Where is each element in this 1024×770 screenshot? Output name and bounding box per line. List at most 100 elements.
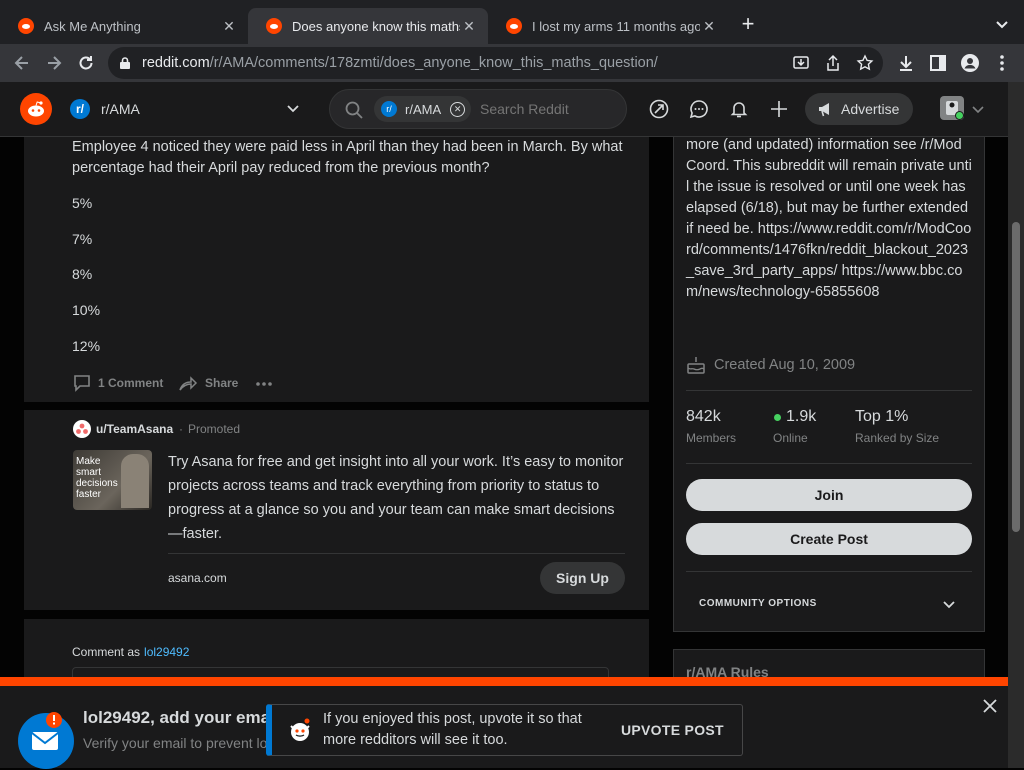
search-scope-chip[interactable]: r/ r/AMA ✕: [374, 96, 471, 122]
community-dropdown-chevron-icon[interactable]: [284, 99, 302, 117]
scrollbar-thumb[interactable]: [1012, 222, 1020, 532]
about-description: more (and updated) information see /r/Mo…: [686, 137, 972, 300]
comments-label: 1 Comment: [98, 376, 164, 390]
comment-textarea[interactable]: [72, 667, 609, 677]
post-card: Employee 4 noticed they were paid less i…: [24, 137, 649, 402]
forward-arrow-icon[interactable]: [44, 53, 64, 73]
side-panel-icon[interactable]: [928, 53, 948, 73]
profile-icon[interactable]: [960, 53, 980, 73]
content-area: Employee 4 noticed they were paid less i…: [0, 137, 1024, 677]
ad-thumbnail[interactable]: Make smart decisions faster: [73, 450, 152, 510]
create-post-plus-icon[interactable]: [769, 99, 789, 119]
sign-up-button[interactable]: Sign Up: [540, 562, 625, 594]
subreddit-icon: r/: [381, 101, 397, 117]
community-options-chevron-icon[interactable]: [940, 595, 958, 613]
about-community-card: more (and updated) information see /r/Mo…: [673, 137, 985, 632]
reddit-favicon-icon: [18, 18, 34, 34]
ad-domain-link[interactable]: asana.com: [168, 571, 227, 585]
close-tab-icon[interactable]: ✕: [460, 18, 478, 35]
megaphone-icon: [817, 100, 835, 118]
browser-tab-active[interactable]: Does anyone know this maths ✕: [248, 8, 488, 44]
search-chip-label: r/AMA: [405, 101, 442, 117]
rank-label: Ranked by Size: [855, 431, 940, 445]
browser-tab-strip: Ask Me Anything ✕ Does anyone know this …: [0, 0, 1024, 44]
rank-value: Top 1%: [855, 408, 909, 425]
online-status-dot: [955, 111, 964, 120]
ad-thumbnail-person: [121, 454, 149, 508]
search-input[interactable]: [480, 98, 620, 120]
answer-option: 7%: [72, 231, 93, 247]
advertise-button[interactable]: Advertise: [805, 93, 913, 125]
subreddit-icon: r/: [70, 99, 90, 119]
share-button[interactable]: Share: [178, 373, 238, 393]
notification-bell-icon[interactable]: [729, 99, 749, 119]
comment-composer: Comment as lol29492: [24, 619, 649, 677]
online-label: Online: [773, 431, 808, 445]
create-post-button[interactable]: Create Post: [686, 523, 972, 555]
online-count: 1.9k: [786, 408, 817, 425]
members-count: 842k: [686, 408, 721, 425]
lock-icon[interactable]: [108, 56, 142, 70]
toast-message: If you enjoyed this post, upvote it so t…: [323, 711, 582, 748]
comment-icon: [72, 373, 92, 393]
chat-icon[interactable]: [689, 99, 709, 119]
comment-as-prefix: Comment as: [72, 645, 141, 659]
answer-option: 10%: [72, 302, 101, 318]
rules-card: r/AMA Rules: [673, 649, 985, 677]
join-button[interactable]: Join: [686, 479, 972, 511]
upvote-post-button[interactable]: UPVOTE POST: [621, 722, 724, 738]
address-bar[interactable]: reddit.com/r/AMA/comments/178zmti/does_a…: [108, 47, 883, 79]
bookmark-star-icon[interactable]: [856, 54, 876, 74]
community-options-label[interactable]: COMMUNITY OPTIONS: [699, 598, 817, 609]
search-bar[interactable]: r/ r/AMA ✕: [329, 89, 627, 129]
banner-accent-bar: [0, 677, 1008, 686]
browser-menu-icon[interactable]: [992, 53, 1012, 73]
promoted-post-card: u/TeamAsana · Promoted Make smart decisi…: [24, 410, 649, 610]
comment-as-line: Comment as lol29492: [72, 645, 189, 659]
community-name[interactable]: r/AMA: [101, 101, 140, 117]
created-date: Created Aug 10, 2009: [714, 357, 856, 373]
close-tab-icon[interactable]: ✕: [700, 18, 718, 35]
close-banner-icon[interactable]: [980, 696, 1000, 716]
browser-tab[interactable]: I lost my arms 11 months ago. ✕: [488, 8, 728, 44]
share-page-icon[interactable]: [824, 54, 844, 74]
close-tab-icon[interactable]: ✕: [220, 18, 238, 35]
more-options-icon[interactable]: [255, 381, 273, 387]
comments-button[interactable]: 1 Comment: [72, 373, 163, 393]
rules-title: r/AMA Rules: [686, 664, 769, 677]
ad-body-text[interactable]: Try Asana for free and get insight into …: [168, 450, 628, 546]
banner-subtitle: Verify your email to prevent losing acce…: [83, 735, 273, 751]
banner-title: lol29492, add your email: [83, 708, 273, 727]
tab-title: Ask Me Anything: [44, 18, 141, 34]
divider: [168, 553, 625, 554]
downloads-icon[interactable]: [896, 53, 916, 73]
reddit-favicon-icon: [506, 18, 522, 34]
promoted-tag: Promoted: [188, 422, 241, 436]
advertiser-name[interactable]: u/TeamAsana: [96, 422, 173, 436]
answer-option: 8%: [72, 266, 93, 282]
new-tab-button[interactable]: +: [736, 12, 760, 36]
popular-icon[interactable]: [649, 99, 669, 119]
divider: [686, 571, 972, 572]
snoo-icon: [286, 716, 314, 744]
reddit-logo-icon[interactable]: [20, 93, 52, 125]
answer-option: 12%: [72, 338, 101, 354]
tab-search-chevron-icon[interactable]: [992, 14, 1012, 34]
back-arrow-icon[interactable]: [12, 53, 32, 73]
user-menu-chevron-icon[interactable]: [970, 101, 986, 117]
divider: [686, 390, 972, 391]
comment-username-link[interactable]: lol29492: [144, 645, 189, 659]
tab-title: Does anyone know this maths: [292, 18, 460, 34]
reddit-favicon-icon: [266, 18, 282, 34]
online-indicator-icon: [774, 414, 781, 421]
browser-tab[interactable]: Ask Me Anything ✕: [0, 8, 248, 44]
members-label: Members: [686, 431, 737, 445]
reload-icon[interactable]: [76, 53, 96, 73]
post-body-text: Employee 4 noticed they were paid less i…: [72, 139, 623, 176]
url-path: /r/AMA/comments/178zmti/does_anyone_know…: [209, 55, 658, 71]
upvote-toast: If you enjoyed this post, upvote it so t…: [266, 704, 743, 756]
install-app-icon[interactable]: [792, 54, 812, 74]
share-arrow-icon: [178, 373, 198, 393]
remove-chip-icon[interactable]: ✕: [450, 101, 466, 117]
advertiser-avatar[interactable]: [73, 420, 91, 438]
